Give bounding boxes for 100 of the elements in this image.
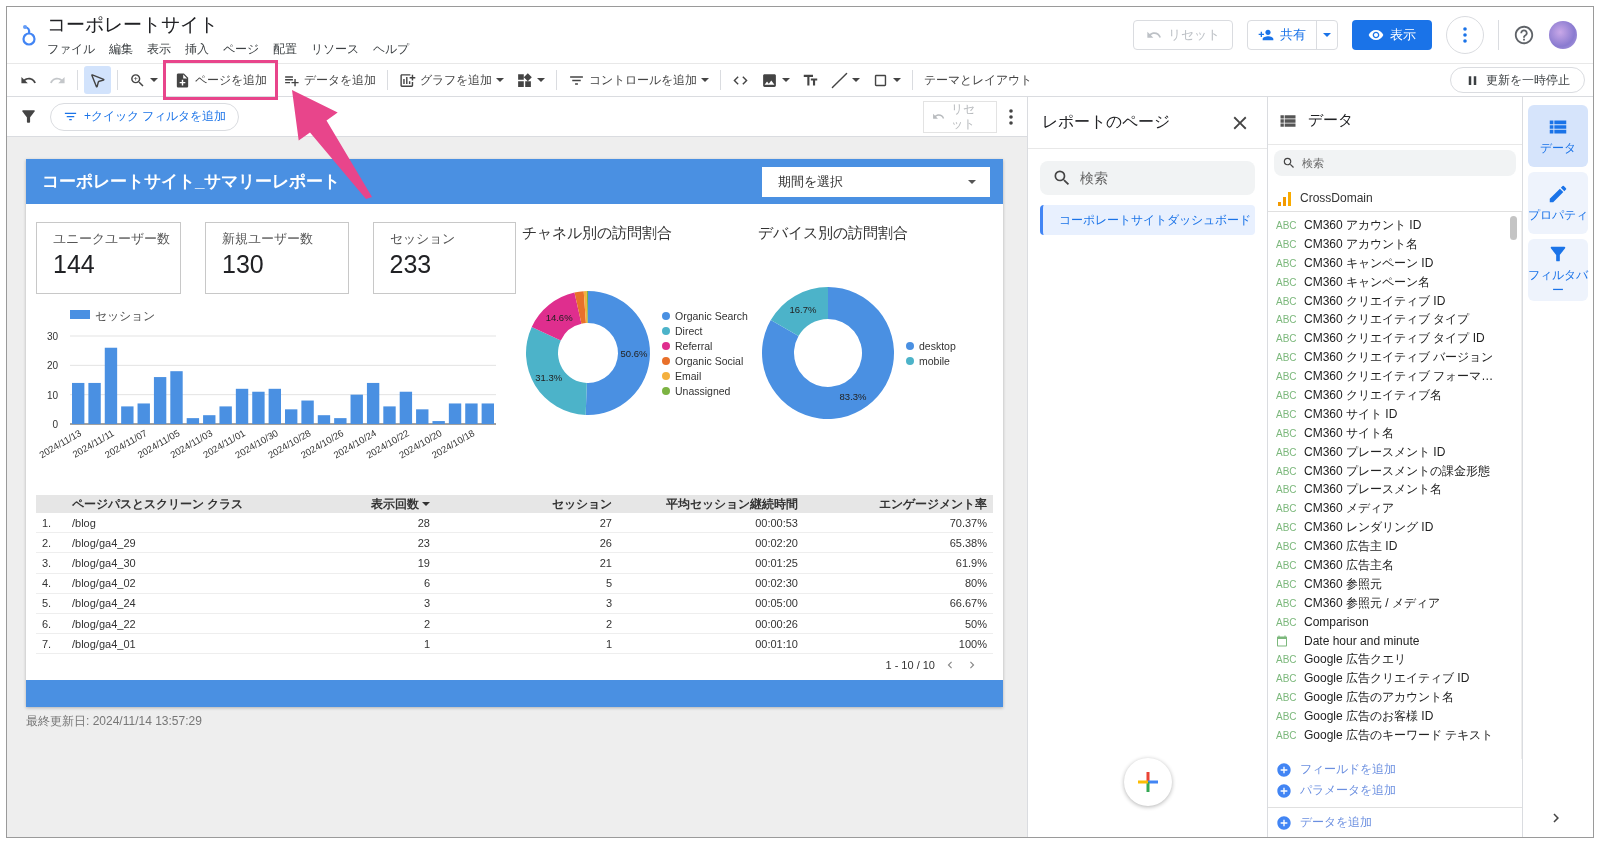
column-header[interactable]: 表示回数 bbox=[298, 495, 436, 513]
chart-title: チャネル別の訪問割合 bbox=[522, 224, 673, 243]
scorecard-value: 233 bbox=[389, 250, 433, 279]
caret-icon bbox=[537, 78, 545, 82]
field-item[interactable]: CM360 サイト ID bbox=[1304, 405, 1398, 423]
side-tab[interactable]: データ bbox=[1528, 105, 1588, 167]
column-header[interactable]: エンゲージメント率 bbox=[804, 495, 993, 513]
theme-layout-button[interactable]: テーマとレイアウト bbox=[919, 66, 1037, 94]
field-item[interactable]: CM360 クリエイティブ バージョン bbox=[1304, 349, 1494, 367]
menu-item[interactable]: 表示 bbox=[147, 41, 171, 58]
field-item[interactable]: CM360 参照元 / メディア bbox=[1304, 594, 1441, 612]
field-item[interactable]: CM360 クリエイティブ名 bbox=[1304, 386, 1443, 404]
field-item[interactable]: CM360 参照元 bbox=[1304, 575, 1383, 593]
field-item[interactable]: CM360 プレースメント ID bbox=[1304, 443, 1446, 461]
column-header[interactable]: セッション bbox=[436, 495, 618, 513]
field-item[interactable]: Date hour and minute bbox=[1304, 634, 1420, 649]
field-item[interactable]: Google 広告のアカウント名 bbox=[1304, 689, 1455, 707]
field-item[interactable]: CM360 キャンペーン ID bbox=[1304, 254, 1434, 272]
table-cell-text: 100% bbox=[957, 637, 988, 650]
avatar[interactable] bbox=[1549, 21, 1577, 49]
calendar-icon bbox=[1276, 635, 1288, 648]
add-data-button[interactable]: データを追加 bbox=[278, 66, 381, 94]
field-item[interactable]: Comparison bbox=[1304, 615, 1369, 630]
field-item[interactable]: CM360 プレースメントの課金形態 bbox=[1304, 462, 1491, 480]
table-cell-text: 1 bbox=[604, 637, 613, 650]
type-label: ABC bbox=[1276, 654, 1298, 666]
field-item[interactable]: CM360 プレースメント名 bbox=[1304, 481, 1443, 499]
view-button[interactable]: 表示 bbox=[1352, 20, 1432, 50]
panel-title: データ bbox=[1308, 111, 1353, 130]
menu-item[interactable]: 挿入 bbox=[185, 41, 209, 58]
quick-filter-button[interactable]: +クイック フィルタを追加 bbox=[50, 102, 240, 131]
table-cell-text: 00:02:20 bbox=[754, 536, 799, 549]
table-cell-text: /blog/ga4_29 bbox=[72, 536, 137, 549]
legend-label: Email bbox=[675, 369, 702, 382]
date-range-dropdown[interactable]: 期間を選択 bbox=[762, 166, 990, 197]
row-number: 1. bbox=[41, 516, 53, 529]
add-page-button[interactable]: ページを追加 bbox=[163, 60, 278, 100]
side-tab[interactable]: プロパティ bbox=[1528, 172, 1588, 234]
table-cell-text: 66.67% bbox=[948, 597, 988, 610]
type-label: ABC bbox=[1276, 295, 1298, 307]
scorecard-label: ユニークユーザー数 bbox=[53, 231, 168, 248]
field-item[interactable]: CM360 クリエイティブ ID bbox=[1304, 292, 1446, 310]
menu-item[interactable]: ページ bbox=[223, 41, 259, 58]
share-button[interactable]: 共有 bbox=[1247, 20, 1338, 50]
more-icon[interactable] bbox=[1009, 108, 1013, 125]
slice-label: 31.3% bbox=[535, 371, 563, 383]
add-page-fab[interactable] bbox=[1124, 758, 1172, 806]
field-item[interactable]: Google 広告クリエイティブ ID bbox=[1304, 670, 1470, 688]
add-chart-button[interactable]: グラフを追加 bbox=[394, 66, 509, 94]
field-item[interactable]: CM360 広告主名 bbox=[1304, 556, 1395, 574]
field-item[interactable]: Google 広告のお客様 ID bbox=[1304, 708, 1434, 726]
column-header[interactable]: 平均セッション継続時間 bbox=[618, 495, 804, 513]
field-item[interactable]: CM360 アカウント ID bbox=[1304, 216, 1422, 234]
caret-icon bbox=[852, 78, 860, 82]
field-item[interactable]: CM360 レンダリング ID bbox=[1304, 519, 1434, 537]
menu-item[interactable]: 配置 bbox=[273, 41, 297, 58]
axis-label: 0 bbox=[52, 419, 58, 430]
field-item[interactable]: CM360 サイト名 bbox=[1304, 424, 1395, 442]
search-field[interactable]: 検索 bbox=[1040, 161, 1255, 195]
menu-item[interactable]: ファイル bbox=[47, 41, 95, 58]
legend-label: Referral bbox=[675, 339, 713, 352]
field-item[interactable]: CM360 クリエイティブ タイプ ID bbox=[1304, 330, 1485, 348]
row-number: 2. bbox=[41, 536, 53, 549]
add-control-button[interactable]: コントロールを追加 bbox=[563, 66, 714, 94]
menu-item[interactable]: リソース bbox=[311, 41, 359, 58]
table-cell-text: 00:01:10 bbox=[754, 637, 799, 650]
column-header[interactable]: ページパスとスクリーン クラス bbox=[72, 495, 298, 513]
table-cell-text: 00:01:25 bbox=[754, 556, 799, 569]
table-cell-text: /blog/ga4_22 bbox=[72, 617, 137, 630]
field-item[interactable]: Google 広告クエリ bbox=[1304, 651, 1407, 669]
scrollbar-thumb[interactable] bbox=[1510, 216, 1517, 240]
field-item[interactable]: CM360 クリエイティブ フォーマ… bbox=[1304, 368, 1494, 386]
type-label: ABC bbox=[1276, 446, 1298, 458]
axis-label: 10 bbox=[46, 389, 58, 401]
page-item[interactable]: コーポレートサイトダッシュボード bbox=[1040, 205, 1255, 235]
field-item[interactable]: CM360 広告主 ID bbox=[1304, 538, 1398, 556]
report-title: コーポレートサイト bbox=[47, 13, 219, 37]
field-item[interactable]: CM360 キャンペーン名 bbox=[1304, 273, 1431, 291]
table-cell-text: /blog/ga4_01 bbox=[72, 637, 137, 650]
caret-icon bbox=[496, 78, 504, 82]
menu-item[interactable]: ヘルプ bbox=[373, 41, 409, 58]
field-item[interactable]: Google 広告のキーワード テキスト bbox=[1304, 727, 1494, 744]
table-cell-text: 6 bbox=[422, 577, 431, 590]
type-label: ABC bbox=[1276, 333, 1298, 345]
field-item[interactable]: CM360 メディア bbox=[1304, 500, 1395, 518]
menu-item[interactable]: 編集 bbox=[109, 41, 133, 58]
select-tool[interactable] bbox=[84, 66, 111, 94]
search-field[interactable]: 検索 bbox=[1274, 150, 1516, 176]
type-label: ABC bbox=[1276, 257, 1298, 269]
type-label: ABC bbox=[1276, 389, 1298, 401]
pause-updates-button[interactable]: 更新を一時停止 bbox=[1450, 67, 1585, 93]
side-tab[interactable]: フィルタバー bbox=[1528, 239, 1588, 301]
table-cell-text: 00:05:00 bbox=[754, 597, 799, 610]
help-icon[interactable] bbox=[1513, 24, 1535, 46]
field-item[interactable]: CM360 クリエイティブ タイプ bbox=[1304, 311, 1470, 329]
scorecard-label: 新規ユーザー数 bbox=[222, 231, 314, 248]
table-cell-text: 23 bbox=[416, 536, 431, 549]
type-label: ABC bbox=[1276, 578, 1298, 590]
field-item[interactable]: CM360 アカウント名 bbox=[1304, 235, 1419, 253]
report-heading: コーポレートサイト_サマリーレポート bbox=[42, 171, 341, 193]
